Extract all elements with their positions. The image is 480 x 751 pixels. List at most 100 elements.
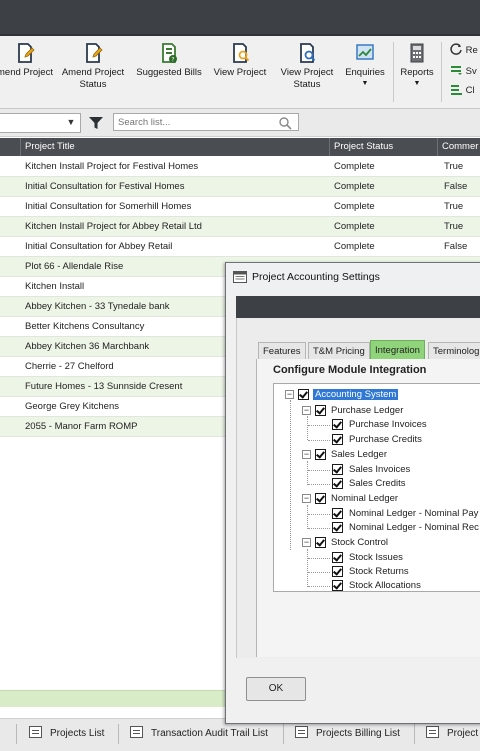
tree-node-stock-allocations[interactable]: Stock Allocations [349,579,421,591]
table-row[interactable]: Initial Consultation for Somerhill Homes… [0,197,480,217]
tree-connector [307,549,308,587]
tab-project[interactable]: Project [426,726,478,742]
tree-node-nominal-ledger-payments[interactable]: Nominal Ledger - Nominal Pay [349,507,478,520]
search-input[interactable] [113,113,299,131]
refresh-button[interactable]: Re [450,43,478,56]
view-project-icon [233,43,250,63]
checkbox-purchase-invoices[interactable] [332,419,343,430]
tab-features[interactable]: Features [258,342,306,359]
tree-node-sales-invoices[interactable]: Sales Invoices [349,463,410,476]
tree-node-sales-ledger[interactable]: Sales Ledger [331,448,387,461]
search-icon[interactable] [278,116,292,130]
grid-header: Project Title Project Status Commer [0,138,480,156]
tab-projects-billing-list[interactable]: Projects Billing List [295,726,400,742]
tree-node-label: Accounting System [313,389,399,400]
reports-label: Reports [400,67,434,78]
checkbox-stock-returns[interactable] [332,566,343,577]
view-project-label: View Project [213,67,267,78]
tree-node-purchase-ledger[interactable]: Purchase Ledger [331,404,403,417]
tree-node-nominal-ledger[interactable]: Nominal Ledger [331,492,398,505]
tree-connector [290,400,291,550]
tree-node-accounting-system[interactable]: Accounting System [313,388,399,401]
amend-project-status-button[interactable]: Amend Project Status [58,42,128,104]
tree-node-purchase-invoices[interactable]: Purchase Invoices [349,418,427,431]
tree-connector [307,461,308,485]
tree-node-sales-credits[interactable]: Sales Credits [349,477,406,490]
tree-connector [307,416,308,440]
reports-dropdown-arrow: ▼ [413,80,421,87]
clear-view-icon [451,85,462,95]
table-row[interactable]: Initial Consultation for Festival Homes C… [0,177,480,197]
table-row[interactable]: Kitchen Install Project for Festival Hom… [0,157,480,177]
commercial-cell: False [444,241,468,252]
checkbox-sales-credits[interactable] [332,478,343,489]
commercial-cell: True [444,161,464,172]
tree-connector [308,514,330,515]
collapse-toggle[interactable]: − [302,538,311,547]
view-project-button[interactable]: View Project [208,42,272,104]
chevron-down-icon[interactable]: ▼ [63,114,79,130]
dialog-title: Project Accounting Settings [252,271,380,283]
view-project-status-label: View Project Status [280,67,334,90]
tab-label: Project [447,728,479,739]
view-project-status-button[interactable]: View Project Status [275,42,339,104]
tree-node-stock-control[interactable]: Stock Control [331,536,388,549]
tab-transaction-audit-trail-list[interactable]: Transaction Audit Trail List [130,726,268,742]
amend-project-status-label: Amend Project Status [61,67,125,90]
project-title-cell: Kitchen Install Project for Festival Hom… [25,161,199,172]
enquiries-label: Enquiries [345,67,385,78]
tree-node-nominal-ledger-receipts[interactable]: Nominal Ledger - Nominal Rec [349,521,479,534]
tree-connector [307,505,308,529]
checkbox-nominal-ledger-receipts[interactable] [332,522,343,533]
save-view-icon [451,66,462,75]
commercial-cell: True [444,221,464,232]
checkbox-stock-control[interactable] [315,537,326,548]
checkbox-stock-issues[interactable] [332,552,343,563]
tree-node-stock-returns[interactable]: Stock Returns [349,565,409,578]
commercial-cell: False [444,181,468,192]
tree-node-stock-issues[interactable]: Stock Issues [349,551,403,564]
checkbox-stock-allocations[interactable] [332,580,343,591]
checkbox-nominal-ledger-payments[interactable] [332,508,343,519]
amend-project-status-icon [86,43,103,63]
table-row[interactable]: Initial Consultation for Abbey Retail Com… [0,237,480,257]
tab-projects-list[interactable]: Projects List [29,726,104,742]
tab-tm-pricing[interactable]: T&M Pricing [308,342,370,359]
column-header-project-title[interactable]: Project Title [21,138,330,156]
collapse-toggle[interactable]: − [302,406,311,415]
checkbox-accounting-system[interactable] [298,389,309,400]
collapse-toggle[interactable]: − [302,450,311,459]
tab-integration[interactable]: Integration [370,340,425,359]
commercial-cell: True [444,201,464,212]
app-title-bar [0,0,480,34]
checkbox-purchase-ledger[interactable] [315,405,326,416]
clear-view-button[interactable]: Cl [450,83,475,96]
column-header-commercial[interactable]: Commer [438,138,480,156]
tab-label: Transaction Audit Trail List [151,728,268,739]
checkbox-purchase-credits[interactable] [332,434,343,445]
collapse-toggle[interactable]: − [302,494,311,503]
collapse-toggle[interactable]: − [285,390,294,399]
tree-connector [308,440,330,441]
section-title: Configure Module Integration [273,364,427,376]
tab-terminology[interactable]: Terminolog [428,342,480,359]
filter-icon[interactable] [88,115,104,131]
amend-project-button[interactable]: mend Project [0,42,54,104]
column-header-project-status[interactable]: Project Status [330,138,438,156]
ribbon-separator [441,42,442,102]
suggested-bills-button[interactable]: ? Suggested Bills [131,42,207,104]
ok-button[interactable]: OK [246,677,306,701]
checkbox-sales-ledger[interactable] [315,449,326,460]
enquiries-icon [356,44,374,60]
tab-label: Projects List [50,728,105,739]
suggested-bills-label: Suggested Bills [136,67,202,78]
enquiries-button[interactable]: Enquiries ▼ [340,42,390,104]
save-view-button[interactable]: Sv [450,64,477,77]
tree-node-purchase-credits[interactable]: Purchase Credits [349,433,422,446]
enquiries-dropdown-arrow: ▼ [361,80,369,87]
table-row[interactable]: Kitchen Install Project for Abbey Retail… [0,217,480,237]
checkbox-nominal-ledger[interactable] [315,493,326,504]
checkbox-sales-invoices[interactable] [332,464,343,475]
tab-label: Projects Billing List [316,728,400,739]
reports-button[interactable]: Reports ▼ [396,42,438,104]
